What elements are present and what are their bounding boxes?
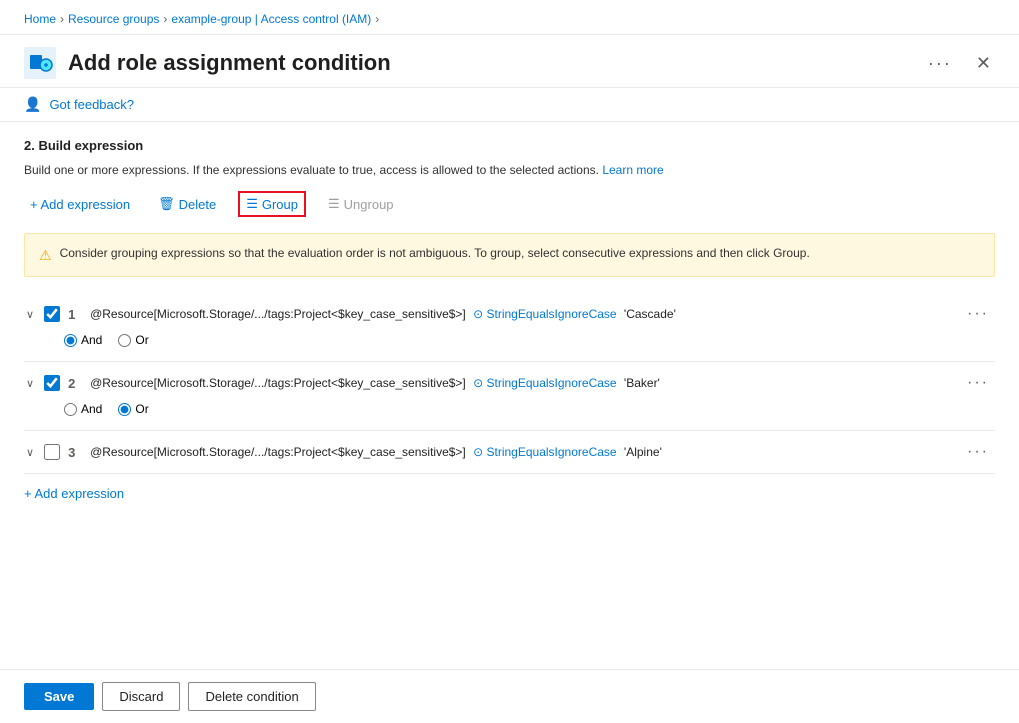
breadcrumb-example-group[interactable]: example-group | Access control (IAM) (171, 12, 371, 26)
discard-button[interactable]: Discard (102, 682, 180, 711)
add-expression-button[interactable]: + Add expression (24, 193, 136, 216)
section-title: 2. Build expression (24, 138, 995, 153)
panel-title: Add role assignment condition (68, 50, 908, 76)
section-description: Build one or more expressions. If the ex… (24, 161, 995, 179)
warning-banner: ⚠ Consider grouping expressions so that … (24, 233, 995, 277)
expr-2-or-radio[interactable]: Or (118, 402, 148, 416)
feedback-bar[interactable]: 👤 Got feedback? (0, 88, 1019, 122)
expr-3-more-button[interactable]: ··· (961, 441, 995, 463)
expr-2-chevron[interactable]: ∨ (24, 375, 36, 392)
expr-3-text[interactable]: @Resource[Microsoft.Storage/.../tags:Pro… (90, 445, 953, 459)
expression-row-2: ∨ 2 @Resource[Microsoft.Storage/.../tags… (24, 362, 995, 431)
expression-toolbar: + Add expression 🗑 Delete ☰ Group ☰ Ungr… (24, 191, 995, 217)
add-expression-link[interactable]: + Add expression (24, 474, 124, 505)
expr-1-and-radio[interactable]: And (64, 333, 102, 347)
panel-header: Add role assignment condition ··· ✕ (0, 35, 1019, 88)
expr-1-connector: And Or (24, 325, 995, 351)
expr-2-more-button[interactable]: ··· (961, 372, 995, 394)
expr-1-or-radio[interactable]: Or (118, 333, 148, 347)
feedback-label: Got feedback? (49, 97, 134, 112)
group-button[interactable]: ☰ Group (238, 191, 306, 217)
expr-1-more-button[interactable]: ··· (961, 303, 995, 325)
ungroup-icon: ☰ (328, 196, 340, 212)
expr-1-chevron[interactable]: ∨ (24, 306, 36, 323)
expression-row-1: ∨ 1 @Resource[Microsoft.Storage/.../tags… (24, 293, 995, 362)
warning-icon: ⚠ (39, 245, 52, 266)
header-more-button[interactable]: ··· (920, 49, 960, 78)
expr-2-and-radio[interactable]: And (64, 402, 102, 416)
footer: Save Discard Delete condition (0, 669, 1019, 723)
expr-1-checkbox[interactable] (44, 306, 60, 322)
learn-more-link[interactable]: Learn more (602, 163, 663, 177)
content-area: 2. Build expression Build one or more ex… (0, 122, 1019, 669)
expr-2-checkbox[interactable] (44, 375, 60, 391)
ungroup-button[interactable]: ☰ Ungroup (322, 192, 400, 216)
save-button[interactable]: Save (24, 683, 94, 710)
breadcrumb: Home › Resource groups › example-group |… (0, 0, 1019, 35)
breadcrumb-home[interactable]: Home (24, 12, 56, 26)
expr-2-connector: And Or (24, 394, 995, 420)
main-panel: Home › Resource groups › example-group |… (0, 0, 1019, 723)
expr-2-text[interactable]: @Resource[Microsoft.Storage/.../tags:Pro… (90, 376, 953, 390)
expr-1-number: 1 (68, 307, 82, 322)
feedback-icon: 👤 (24, 96, 41, 113)
expr-3-chevron[interactable]: ∨ (24, 444, 36, 461)
expr-3-number: 3 (68, 445, 82, 460)
group-icon: ☰ (246, 196, 258, 212)
role-assignment-icon (24, 47, 56, 79)
warning-text: Consider grouping expressions so that th… (60, 244, 810, 262)
close-button[interactable]: ✕ (972, 49, 995, 78)
delete-button[interactable]: 🗑 Delete (152, 192, 222, 216)
delete-icon: 🗑 (158, 196, 175, 212)
expression-row-3: ∨ 3 @Resource[Microsoft.Storage/.../tags… (24, 431, 995, 474)
breadcrumb-resource-groups[interactable]: Resource groups (68, 12, 159, 26)
expr-3-checkbox[interactable] (44, 444, 60, 460)
expr-1-text[interactable]: @Resource[Microsoft.Storage/.../tags:Pro… (90, 307, 953, 321)
expr-2-number: 2 (68, 376, 82, 391)
delete-condition-button[interactable]: Delete condition (188, 682, 315, 711)
